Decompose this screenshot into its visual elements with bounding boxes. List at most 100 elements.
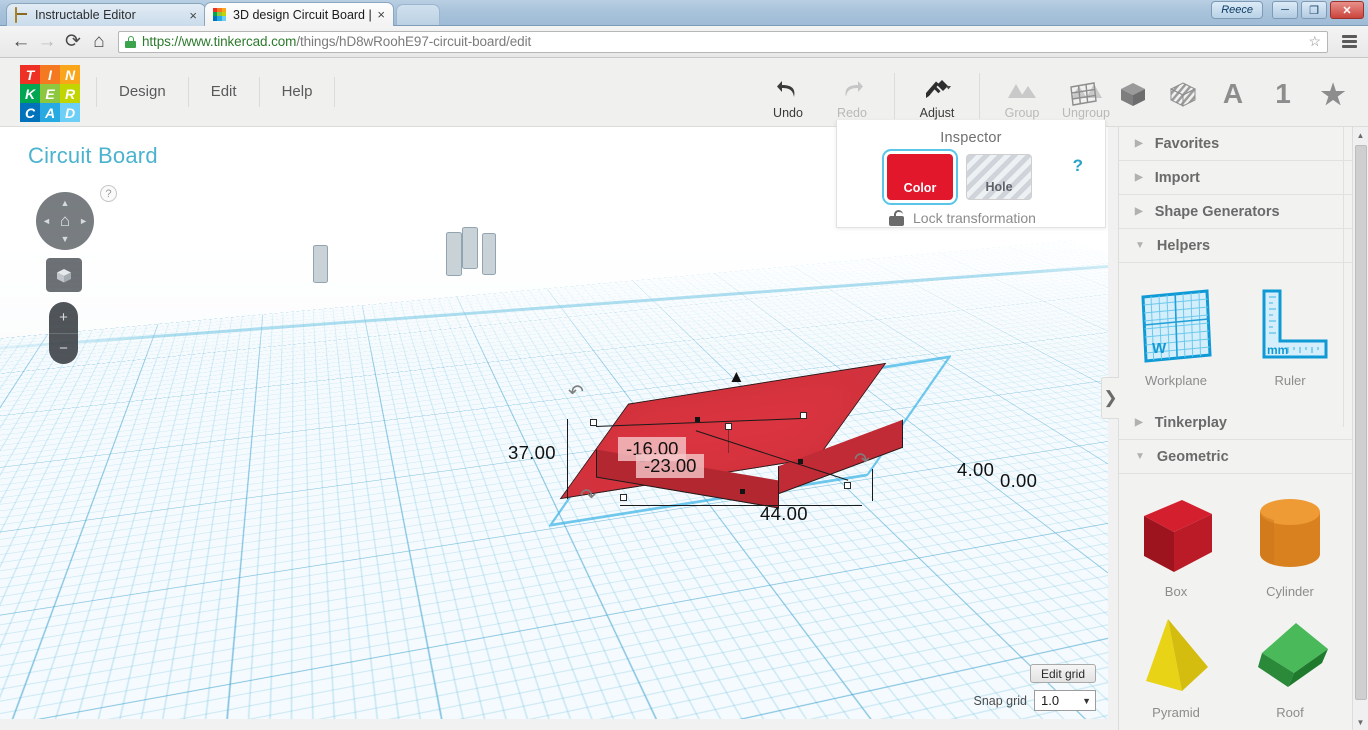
shape-label: Cylinder [1266, 584, 1314, 599]
dimension-rail-depth [567, 419, 568, 499]
dimension-label-width[interactable]: 44.00 [760, 503, 808, 525]
browser-navigation-bar: ← → ⟳ ⌂ https://www.tinkercad.com/things… [0, 26, 1368, 58]
zoom-out-button[interactable]: − [49, 334, 78, 365]
bookmark-star-icon[interactable]: ☆ [1308, 33, 1321, 50]
user-profile-button[interactable]: Reece [1211, 1, 1263, 19]
svg-text:W: W [1152, 340, 1167, 357]
sidebar-section-tinkerplay[interactable]: ▶ Tinkerplay [1119, 406, 1368, 440]
resize-handle-se[interactable] [844, 482, 851, 489]
cylinder-art-icon [1244, 490, 1336, 582]
new-tab-button[interactable] [396, 4, 440, 25]
menu-edit[interactable]: Edit [189, 77, 260, 107]
scene-object-cylinder-3[interactable] [462, 227, 478, 269]
height-handle-center[interactable] [725, 423, 732, 430]
shape-item-cylinder[interactable]: Cylinder [1233, 490, 1347, 599]
adjust-button[interactable]: Adjust [905, 69, 969, 120]
shape-item-pyramid[interactable]: Pyramid [1119, 611, 1233, 720]
scroll-down-icon[interactable]: ▼ [1353, 714, 1368, 730]
number-icon[interactable]: 1 [1266, 77, 1300, 111]
close-window-button[interactable]: ✕ [1330, 1, 1364, 19]
sidebar-section-favorites[interactable]: ▶ Favorites [1119, 127, 1368, 161]
orbit-up-icon[interactable]: ▲ [61, 198, 70, 208]
extrude-arrow-icon[interactable]: ▲ [728, 367, 745, 387]
scroll-up-icon[interactable]: ▲ [1353, 127, 1368, 143]
dimension-label-z-offset[interactable]: 0.00 [1000, 470, 1037, 492]
helper-item-ruler[interactable]: mm Ruler [1233, 279, 1347, 388]
lock-transformation-row[interactable]: Lock transformation [837, 200, 1105, 226]
view-orbit-pad[interactable]: ⌂ ▲ ▼ ◄ ► [36, 192, 94, 250]
scene-object-cylinder-1[interactable] [313, 245, 328, 283]
browser-tab-instructable[interactable]: Instructable Editor × [6, 3, 206, 26]
scene-object-cylinder-2[interactable] [446, 232, 462, 276]
resize-handle-sw[interactable] [620, 494, 627, 501]
redo-button[interactable]: Redo [820, 69, 884, 120]
edge-handle-e[interactable] [798, 459, 803, 464]
scene-object-cylinder-4[interactable] [482, 233, 496, 275]
sidebar-section-label: Helpers [1156, 237, 1211, 254]
close-icon[interactable]: × [377, 8, 385, 21]
maximize-button[interactable]: ❐ [1301, 1, 1327, 19]
forward-icon[interactable]: → [34, 29, 60, 55]
tinkercad-logo[interactable]: T I N K E R C A D [20, 65, 80, 122]
workplane-grid-icon[interactable] [1066, 77, 1100, 111]
url-text: https://www.tinkercad.com/things/hD8wRoo… [142, 34, 531, 49]
svg-text:mm: mm [1267, 343, 1288, 357]
orbit-left-icon[interactable]: ◄ [42, 216, 51, 226]
sidebar-section-shape-generators[interactable]: ▶ Shape Generators [1119, 195, 1368, 229]
resize-handle-ne[interactable] [800, 412, 807, 419]
orbit-down-icon[interactable]: ▼ [61, 234, 70, 244]
minimize-button[interactable]: ─ [1272, 1, 1298, 19]
favorites-star-icon[interactable]: ★ [1316, 77, 1350, 111]
shape-item-roof[interactable]: Roof [1233, 611, 1347, 720]
edit-grid-button[interactable]: Edit grid [1029, 664, 1096, 683]
sidebar-collapse-handle[interactable]: ❯ [1101, 377, 1119, 419]
text-icon[interactable]: A [1216, 77, 1250, 111]
logo-tile-e: E [40, 84, 60, 103]
orbit-right-icon[interactable]: ► [79, 216, 88, 226]
rotate-handle-top-left[interactable]: ↶ [568, 381, 584, 404]
sidebar-section-geometric[interactable]: ▼ Geometric [1119, 440, 1368, 474]
logo-tile-d: D [60, 103, 80, 122]
solid-cube-icon[interactable] [1116, 77, 1150, 111]
sidebar-section-helpers[interactable]: ▼ Helpers [1119, 229, 1368, 263]
color-swatch-button[interactable]: Color [887, 154, 953, 200]
back-icon[interactable]: ← [8, 29, 34, 55]
browser-tab-tinkercad[interactable]: 3D design Circuit Board | T × [204, 2, 394, 26]
rotate-handle-bottom-left[interactable]: ↷ [580, 485, 596, 508]
scrollbar-thumb[interactable] [1355, 145, 1367, 700]
edge-handle-n[interactable] [695, 417, 700, 422]
hole-cube-icon[interactable] [1166, 77, 1200, 111]
browser-menu-icon[interactable] [1338, 35, 1360, 48]
coordinate-label-y[interactable]: -23.00 [636, 454, 705, 478]
menu-design[interactable]: Design [96, 77, 189, 107]
edge-handle-s[interactable] [740, 489, 745, 494]
undo-button[interactable]: Undo [756, 69, 820, 120]
rotate-handle-right[interactable]: ↷ [854, 449, 870, 472]
adjust-icon [922, 75, 952, 105]
inspector-help-icon[interactable]: ? [1073, 156, 1083, 176]
home-view-icon[interactable]: ⌂ [60, 211, 70, 231]
snap-grid-select[interactable]: 1.0 ▼ [1034, 690, 1096, 711]
undo-icon [775, 75, 801, 105]
hole-swatch-button[interactable]: Hole [966, 154, 1032, 200]
helper-item-workplane[interactable]: W Workplane [1119, 279, 1233, 388]
home-icon[interactable]: ⌂ [86, 29, 112, 55]
workplane-art-icon: W [1130, 279, 1222, 371]
dimension-label-depth[interactable]: 37.00 [508, 442, 556, 464]
resize-handle-nw[interactable] [590, 419, 597, 426]
dimension-label-height[interactable]: 4.00 [957, 459, 994, 481]
shape-item-box[interactable]: Box [1119, 490, 1233, 599]
reload-icon[interactable]: ⟳ [60, 29, 86, 55]
group-button[interactable]: Group [990, 69, 1054, 120]
close-icon[interactable]: × [189, 9, 197, 22]
zoom-in-button[interactable]: + [49, 302, 78, 334]
sidebar-scrollbar[interactable]: ▲ ▼ [1352, 127, 1368, 730]
logo-tile-a: A [40, 103, 60, 122]
menu-help[interactable]: Help [260, 77, 336, 107]
help-badge[interactable]: ? [100, 185, 117, 202]
fit-to-view-cube-icon[interactable] [46, 258, 82, 292]
sidebar-section-import[interactable]: ▶ Import [1119, 161, 1368, 195]
page-title[interactable]: Circuit Board [28, 143, 158, 169]
logo-tile-t: T [20, 65, 40, 84]
url-input[interactable]: https://www.tinkercad.com/things/hD8wRoo… [118, 30, 1328, 53]
